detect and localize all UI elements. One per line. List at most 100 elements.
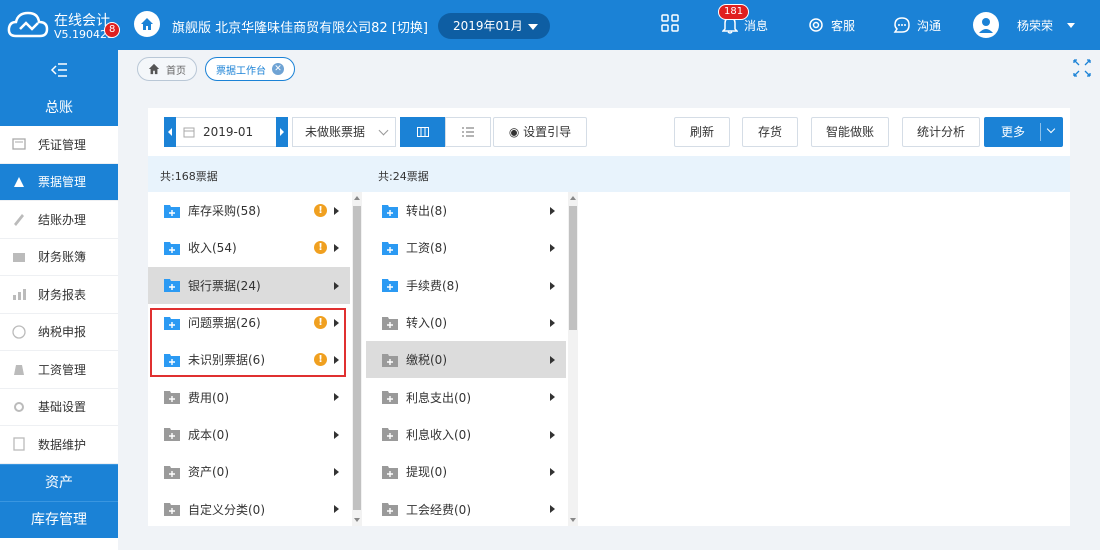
bill-filter-select[interactable]: 未做账票据 xyxy=(292,117,396,147)
refresh-button[interactable]: 刷新 xyxy=(674,117,730,147)
sidebar-item-6[interactable]: 工资管理 xyxy=(0,351,118,389)
prev-period-button[interactable] xyxy=(164,117,176,147)
sidebar-item-5[interactable]: 纳税申报 xyxy=(0,314,118,351)
list-item[interactable]: 资产(0) xyxy=(148,453,350,490)
list-item[interactable]: 费用(0) xyxy=(148,378,350,415)
money-bag-icon xyxy=(0,361,38,377)
list-view-button[interactable] xyxy=(445,117,491,147)
setup-guide-button[interactable]: ◉ 设置引导 xyxy=(493,117,587,147)
tab-bill-workbench[interactable]: 票据工作台 ✕ xyxy=(205,57,295,81)
right-scrollbar[interactable] xyxy=(568,192,578,526)
list-item-label: 费用(0) xyxy=(188,390,229,405)
top-bar: 在线会计 V5.190425 8 旗舰版 北京华隆味佳商贸有限公司82 [切换]… xyxy=(0,0,1100,50)
sidebar-item-label: 凭证管理 xyxy=(38,137,87,152)
sidebar-section-ledger[interactable]: 总账 xyxy=(0,90,118,126)
sidebar-item-2[interactable]: 结账办理 xyxy=(0,201,118,239)
more-label: 更多 xyxy=(1001,125,1026,139)
folder-icon xyxy=(164,204,180,218)
folder-icon xyxy=(164,241,180,255)
sidebar-collapse-button[interactable] xyxy=(0,50,118,90)
caret-right-icon xyxy=(550,318,555,327)
home-icon xyxy=(141,18,153,30)
sidebar-item-4[interactable]: 财务报表 xyxy=(0,276,118,314)
tab-home-label: 首页 xyxy=(166,65,186,77)
caret-right-icon xyxy=(334,468,339,477)
list-item[interactable]: 银行票据(24) xyxy=(148,266,350,304)
scroll-down-icon[interactable] xyxy=(570,518,576,522)
scroll-down-icon[interactable] xyxy=(354,518,360,522)
sidebar-section-assets[interactable]: 资产 xyxy=(0,463,118,501)
bill-filter-value: 未做账票据 xyxy=(305,125,366,139)
caret-right-icon xyxy=(334,207,339,215)
more-button[interactable]: 更多 xyxy=(984,117,1063,147)
sidebar-item-0[interactable]: 凭证管理 xyxy=(0,126,118,164)
list-item-label: 成本(0) xyxy=(188,427,229,442)
list-item-label: 转入(0) xyxy=(406,316,447,331)
folder-icon xyxy=(164,503,180,517)
folder-icon xyxy=(382,428,398,442)
next-period-button[interactable] xyxy=(276,117,288,147)
setup-guide-label: 设置引导 xyxy=(523,125,572,139)
voucher-icon xyxy=(0,136,38,152)
company-name[interactable]: 旗舰版 北京华隆味佳商贸有限公司82 [切换] xyxy=(172,17,428,36)
list-item[interactable]: 转出(8) xyxy=(366,192,566,229)
folder-icon xyxy=(382,391,398,405)
statistics-button[interactable]: 统计分析 xyxy=(902,117,980,147)
list-item[interactable]: 缴税(0) xyxy=(366,341,566,379)
date-value: 2019-01 xyxy=(203,125,254,139)
sidebar-item-label: 基础设置 xyxy=(38,400,87,415)
warning-icon: ! xyxy=(314,241,327,255)
gear-icon xyxy=(0,399,38,415)
period-select[interactable]: 2019年01月 xyxy=(438,13,550,39)
tab-home[interactable]: 首页 xyxy=(137,57,197,81)
inventory-button[interactable]: 存货 xyxy=(742,117,798,147)
list-item[interactable]: 成本(0) xyxy=(148,416,350,453)
grid-icon xyxy=(661,14,679,32)
card-view-button[interactable] xyxy=(400,117,446,147)
right-total: 共:24票据 xyxy=(378,170,429,183)
bill-subcategory-list: 转出(8) 工资(8) 手续费(8) 转入(0) 缴税(0) 利息支出(0) 利息收入(0)… xyxy=(366,192,566,526)
bill-icon xyxy=(0,174,38,190)
user-menu[interactable]: 杨荣荣 xyxy=(973,12,1076,38)
list-item[interactable]: 库存采购(58)! xyxy=(148,192,350,229)
folder-icon xyxy=(382,353,398,367)
folder-icon xyxy=(382,279,398,293)
close-icon[interactable]: ✕ xyxy=(272,63,284,75)
list-icon xyxy=(462,127,474,137)
list-item-label: 自定义分类(0) xyxy=(188,502,265,517)
sidebar-section-inventory[interactable]: 库存管理 xyxy=(0,500,118,538)
list-item[interactable]: 提现(0) xyxy=(366,453,566,490)
messages-label: 消息 xyxy=(744,18,769,33)
sidebar-item-label: 纳税申报 xyxy=(38,325,87,340)
list-item[interactable]: 手续费(8) xyxy=(366,267,566,304)
list-item[interactable]: 转入(0) xyxy=(366,304,566,341)
list-item[interactable]: 自定义分类(0) xyxy=(148,490,350,526)
list-item[interactable]: 利息收入(0) xyxy=(366,416,566,453)
left-total: 共:168票据 xyxy=(160,170,218,183)
sidebar-item-label: 工资管理 xyxy=(38,362,87,377)
date-picker[interactable]: 2019-01 xyxy=(164,117,288,147)
fullscreen-icon[interactable] xyxy=(1072,58,1092,78)
folder-icon xyxy=(382,503,398,517)
sidebar-item-7[interactable]: 基础设置 xyxy=(0,389,118,426)
scroll-thumb[interactable] xyxy=(353,206,361,510)
scroll-up-icon[interactable] xyxy=(354,196,360,200)
service-button[interactable]: 客服 xyxy=(807,16,855,34)
list-item-label: 转出(8) xyxy=(406,204,447,219)
sidebar-item-3[interactable]: 财务账簿 xyxy=(0,239,118,276)
list-item[interactable]: 工会经费(0) xyxy=(366,490,566,526)
apps-button[interactable] xyxy=(661,14,679,32)
list-item-label: 利息支出(0) xyxy=(406,390,471,405)
list-item[interactable]: 收入(54)! xyxy=(148,229,350,266)
scroll-thumb[interactable] xyxy=(569,206,577,330)
chat-button[interactable]: 沟通 xyxy=(893,16,941,34)
smart-bookkeeping-button[interactable]: 智能做账 xyxy=(811,117,889,147)
sidebar-item-1[interactable]: 票据管理 xyxy=(0,163,118,201)
home-button[interactable] xyxy=(134,11,160,37)
left-scrollbar[interactable] xyxy=(352,192,362,526)
list-item[interactable]: 利息支出(0) xyxy=(366,378,566,415)
list-item[interactable]: 工资(8) xyxy=(366,229,566,266)
sidebar-item-8[interactable]: 数据维护 xyxy=(0,426,118,464)
scroll-up-icon[interactable] xyxy=(570,196,576,200)
caret-right-icon xyxy=(550,393,555,402)
